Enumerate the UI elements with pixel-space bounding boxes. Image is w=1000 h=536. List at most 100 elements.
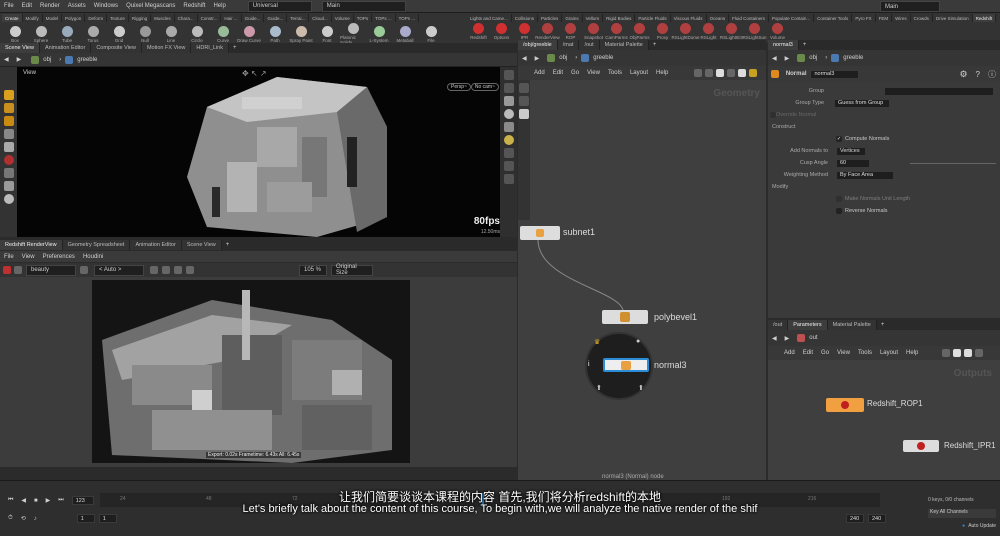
shelf-tab[interactable]: TOPs ... — [372, 14, 396, 22]
redshift-tool[interactable]: RenderView — [535, 23, 560, 40]
ipr-node[interactable] — [903, 440, 939, 452]
rop-node[interactable] — [826, 398, 864, 412]
add-tab-icon[interactable]: + — [877, 322, 889, 328]
snap-icon[interactable] — [3, 155, 14, 165]
net-tool-icon-1[interactable] — [694, 69, 703, 77]
display-options-icon[interactable] — [503, 70, 514, 80]
shelf-tab[interactable]: FEM — [875, 14, 893, 22]
shelf-tab[interactable]: Cloud... — [309, 14, 332, 22]
shelf-tool[interactable]: Circle — [184, 25, 210, 43]
shelf-tab[interactable]: Drive Simulation — [932, 14, 973, 22]
shelf-tab[interactable]: TOPs ... — [395, 14, 420, 22]
stop-icon[interactable] — [14, 266, 22, 274]
compute-normals-checkbox[interactable]: ✓ — [836, 136, 842, 142]
param-section-modify[interactable]: Modify — [768, 181, 1000, 193]
pose-icon[interactable] — [3, 168, 14, 178]
menu-item[interactable]: Redshift — [179, 3, 209, 9]
param-weighting-select[interactable]: By Face Area — [836, 170, 894, 180]
sound-icon[interactable]: ♪ — [30, 516, 41, 522]
shelf-tool[interactable]: Platonic Solids — [340, 23, 366, 45]
shelf-tab[interactable]: Volume — [331, 14, 354, 22]
shelf-tab[interactable]: Oceans — [706, 14, 730, 22]
shelf-tab[interactable]: Particles — [538, 14, 563, 22]
shelf-tab[interactable]: Terrai... — [287, 14, 310, 22]
back-icon[interactable]: ◀ — [0, 56, 13, 63]
normal-node-label[interactable]: normal3 — [654, 360, 687, 370]
zoom-field[interactable]: 105 % — [299, 264, 327, 276]
network-select[interactable]: Main — [321, 0, 406, 12]
render-icon[interactable] — [3, 266, 11, 274]
shelf-tab[interactable]: Crowds — [910, 14, 933, 22]
lock-camera-icon[interactable] — [503, 96, 514, 106]
ring-display-icon[interactable]: ⬆ — [638, 384, 644, 392]
param-section-construct[interactable]: Construct — [768, 121, 1000, 133]
menu-item[interactable]: File — [0, 3, 18, 9]
param-node-name[interactable]: normal3 — [810, 69, 860, 79]
ring-bypass-icon[interactable]: ⬆ — [596, 384, 602, 392]
pane-tab[interactable]: Scene View — [0, 43, 40, 53]
pane-tab[interactable]: Material Palette — [599, 40, 649, 50]
shelf-tab[interactable]: TOPs — [353, 14, 373, 22]
renderview-menu-item[interactable]: View — [18, 254, 39, 260]
net-path-node[interactable]: greeble — [589, 55, 617, 61]
pane-tab[interactable]: Redshift RenderView — [0, 240, 63, 250]
select-tool-icon[interactable] — [3, 90, 14, 100]
menu-item[interactable]: Edit — [18, 3, 36, 9]
polybevel-node[interactable] — [602, 310, 648, 324]
camera-button[interactable]: No cam~ — [470, 83, 499, 91]
network-menu-item[interactable]: Edit — [549, 70, 567, 76]
redshift-tool[interactable]: ObjParms — [628, 23, 651, 40]
ring-info-icon[interactable]: i — [588, 361, 590, 368]
desktop-select[interactable]: Universal — [247, 0, 312, 12]
exposure-icon[interactable] — [186, 266, 194, 274]
renderview-menu-item[interactable]: File — [0, 254, 18, 260]
menu-item[interactable]: Windows — [90, 3, 122, 9]
out-forward-icon[interactable]: ▶ — [781, 335, 794, 342]
background-icon[interactable] — [503, 148, 514, 158]
pane-tab[interactable]: /obj/greeble — [518, 40, 558, 50]
param-group-field[interactable] — [884, 86, 994, 96]
network-menu-item[interactable]: Add — [530, 70, 549, 76]
view-tool-icon[interactable] — [3, 116, 14, 126]
paint-icon[interactable] — [3, 181, 14, 191]
normal-node[interactable] — [603, 358, 649, 372]
add-tab-icon[interactable]: + — [222, 242, 234, 248]
realtime-icon[interactable]: ⏱ — [4, 515, 17, 522]
redshift-tool[interactable]: Redshift — [467, 23, 490, 40]
add-tab-icon[interactable]: + — [229, 45, 241, 51]
shelf-tab[interactable]: Rigging — [128, 14, 152, 22]
add-tab-icon[interactable]: + — [799, 42, 811, 48]
info-icon[interactable]: ⓘ — [984, 69, 1000, 80]
shelf-tab[interactable]: Pyro FX — [852, 14, 876, 22]
pane-tab[interactable]: Parameters — [788, 320, 828, 330]
network-menu-item[interactable]: Help — [652, 70, 672, 76]
add-tab-icon[interactable]: + — [649, 42, 661, 48]
loop-icon[interactable]: ⟲ — [17, 515, 30, 522]
size-select[interactable]: Original Size — [331, 264, 373, 276]
right-desktop-select[interactable]: Main — [880, 1, 940, 12]
network-menu-item[interactable]: Layout — [626, 70, 652, 76]
param-path-obj[interactable]: obj — [805, 55, 821, 61]
network-menu-item[interactable]: Tools — [604, 70, 626, 76]
crop-icon[interactable] — [162, 266, 170, 274]
pane-tab[interactable]: normal3 — [768, 40, 799, 50]
out-menu-item[interactable]: Add — [780, 350, 799, 356]
network-editor[interactable]: Geometry subnet1 polybevel1 normal3 i ♛ … — [518, 80, 766, 480]
out-tool-icon-2[interactable] — [953, 349, 962, 357]
shelf-tab[interactable]: Deform — [85, 14, 108, 22]
net-path-obj[interactable]: obj — [555, 55, 571, 61]
start-frame-field-2[interactable]: 1 — [98, 514, 117, 523]
shelf-tab[interactable]: Create — [2, 14, 23, 22]
ipr-node-label[interactable]: Redshift_IPR1 — [944, 441, 996, 450]
pane-tab[interactable]: Geometry Spreadsheet — [62, 240, 131, 250]
shelf-tab[interactable]: Vellum — [582, 14, 604, 22]
shelf-tab[interactable]: Redshift — [972, 14, 997, 22]
redshift-tool[interactable]: Snapshot — [582, 23, 605, 40]
param-back-icon[interactable]: ◀ — [768, 55, 781, 62]
pane-tab[interactable]: Composite View — [91, 43, 142, 53]
shelf-tool[interactable]: Tube — [54, 25, 80, 43]
redshift-tool[interactable]: Volume — [766, 23, 789, 40]
end-frame-field-2[interactable]: 240 — [868, 514, 886, 523]
shelf-tool[interactable]: File — [418, 25, 444, 43]
render-image[interactable]: Export: 0.02s Frametime: 6.43s All: 6.45… — [92, 280, 410, 463]
